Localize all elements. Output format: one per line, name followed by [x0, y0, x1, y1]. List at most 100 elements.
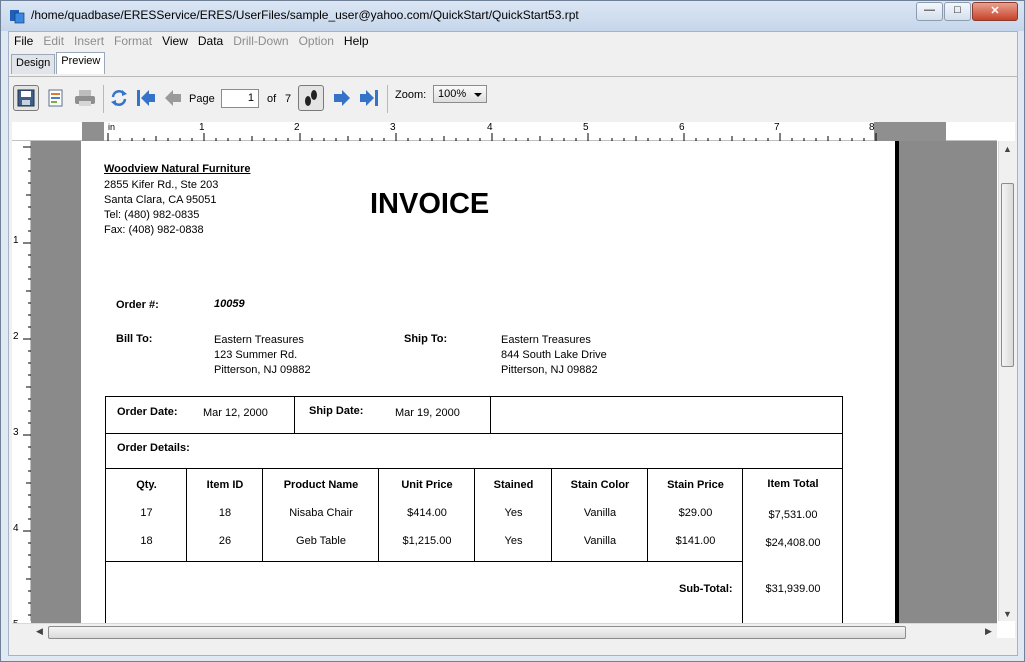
view-tabs: Design Preview [11, 52, 106, 74]
table-cell: Geb Table [296, 535, 346, 547]
scroll-up-icon[interactable]: ▲ [1003, 144, 1012, 154]
export-button[interactable] [43, 85, 69, 111]
app-icon [10, 10, 25, 24]
company-tel: Tel: (480) 982-0835 [104, 209, 200, 221]
window-title: /home/quadbase/ERESService/ERES/UserFile… [31, 8, 579, 22]
ruler-tick-label: 3 [13, 427, 19, 438]
horizontal-scroll-thumb[interactable] [48, 626, 906, 639]
invoice-title: INVOICE [370, 188, 490, 220]
menu-help[interactable]: Help [339, 32, 374, 52]
table-cell: $24,408.00 [765, 537, 821, 549]
menu-data[interactable]: Data [193, 32, 228, 52]
page-label: Page [189, 93, 215, 105]
column-header: Stain Color [570, 479, 630, 491]
menu-bar: File Edit Insert Format View Data Drill-… [9, 32, 1017, 52]
table-cell: Vanilla [583, 535, 617, 547]
printer-icon [75, 90, 95, 106]
page-canvas: Woodview Natural Furniture 2855 Kifer Rd… [31, 141, 997, 623]
print-button[interactable] [72, 85, 98, 111]
vertical-ruler: 1 2 3 4 5 [12, 141, 31, 630]
ruler-tick-label: 4 [487, 122, 493, 133]
scroll-down-icon[interactable]: ▼ [1003, 609, 1012, 619]
go-to-page-button[interactable] [298, 85, 324, 111]
scroll-right-icon[interactable]: ▶ [985, 626, 992, 637]
company-fax: Fax: (408) 982-0838 [104, 224, 204, 236]
table-cell: Vanilla [583, 507, 617, 519]
company-address-line2: Santa Clara, CA 95051 [104, 194, 217, 206]
title-bar[interactable]: /home/quadbase/ERESService/ERES/UserFile… [1, 1, 1024, 31]
previous-arrow-icon [165, 90, 181, 106]
column-header: Qty. [136, 479, 157, 491]
horizontal-ruler: in 1 2 3 4 5 6 7 8 [12, 122, 997, 141]
first-page-button[interactable] [133, 85, 159, 111]
first-page-icon [137, 90, 155, 106]
window-controls: — □ ✕ [915, 2, 1018, 21]
ruler-ticks [107, 133, 877, 141]
page-number-input[interactable]: 1 [221, 89, 259, 108]
table-cell: $29.00 [678, 507, 713, 519]
menu-option[interactable]: Option [294, 32, 339, 52]
order-details-label: Order Details: [117, 442, 190, 454]
save-button[interactable] [13, 85, 39, 111]
company-address-line1: 2855 Kifer Rd., Ste 203 [104, 179, 219, 191]
ruler-tick-label: 8 [869, 122, 875, 133]
minimize-button[interactable]: — [916, 2, 943, 21]
column-header: Item Total [767, 478, 819, 490]
app-window: /home/quadbase/ERESService/ERES/UserFile… [0, 0, 1025, 662]
refresh-button[interactable] [106, 85, 132, 111]
ruler-tick-label: 3 [390, 122, 396, 133]
vertical-scroll-thumb[interactable] [1001, 183, 1014, 367]
ruler-tick-label: 6 [679, 122, 685, 133]
previous-page-button[interactable] [160, 85, 186, 111]
menu-insert[interactable]: Insert [69, 32, 109, 52]
table-cell: $414.00 [407, 507, 447, 519]
last-page-button[interactable] [356, 85, 382, 111]
footprints-icon [305, 90, 317, 106]
ruler-tick-label: 7 [774, 122, 780, 133]
tab-design[interactable]: Design [11, 54, 56, 74]
table-cell: $1,215.00 [402, 535, 452, 547]
of-label: of [267, 93, 277, 105]
report-preview-viewport[interactable]: in 1 2 3 4 5 6 7 8 1 2 3 4 Woodview Natu… [12, 122, 1015, 638]
close-button[interactable]: ✕ [972, 2, 1018, 21]
ruler-tick-label: 4 [13, 523, 19, 534]
ship-to-label: Ship To: [404, 333, 448, 345]
tab-preview[interactable]: Preview [56, 52, 106, 74]
zoom-value: 100% [438, 88, 467, 100]
table-cell: 18 [140, 535, 153, 547]
horizontal-scrollbar[interactable]: ◀ ▶ [12, 623, 997, 640]
toolbar-separator [387, 85, 388, 113]
menu-view[interactable]: View [157, 32, 193, 52]
table-cell: Yes [504, 535, 523, 547]
toolbar-separator [103, 85, 104, 113]
bill-to-label: Bill To: [116, 333, 153, 345]
vertical-scrollbar[interactable]: ▲ ▼ [998, 141, 1015, 621]
ship-to-line: Pitterson, NJ 09882 [501, 364, 598, 376]
ship-to-line: Eastern Treasures [501, 334, 591, 346]
scroll-left-icon[interactable]: ◀ [36, 626, 43, 637]
zoom-select[interactable]: 100% [433, 85, 487, 103]
table-cell: 26 [218, 535, 232, 547]
table-divider [490, 396, 491, 434]
status-bar [9, 640, 1017, 655]
table-cell: 18 [218, 507, 232, 519]
column-header: Stain Price [667, 479, 724, 491]
total-pages: 7 [285, 93, 292, 105]
menu-drill-down[interactable]: Drill-Down [228, 32, 293, 52]
ship-date: Mar 19, 2000 [395, 407, 460, 419]
ship-to-line: 844 South Lake Drive [501, 349, 607, 361]
column-header: Stained [493, 479, 534, 491]
bill-to-line: 123 Summer Rd. [214, 349, 298, 361]
export-page-icon [48, 89, 63, 107]
maximize-button[interactable]: □ [944, 2, 971, 21]
client-area: File Edit Insert Format View Data Drill-… [8, 31, 1018, 656]
company-name: Woodview Natural Furniture [104, 163, 251, 175]
table-cell: 17 [140, 507, 153, 519]
maximize-icon: □ [954, 4, 961, 16]
subtotal-value: $31,939.00 [765, 583, 821, 595]
menu-edit[interactable]: Edit [38, 32, 69, 52]
menu-file[interactable]: File [9, 32, 38, 52]
next-page-button[interactable] [329, 85, 355, 111]
menu-format[interactable]: Format [109, 32, 157, 52]
vertical-ruler-ticks [23, 146, 31, 616]
